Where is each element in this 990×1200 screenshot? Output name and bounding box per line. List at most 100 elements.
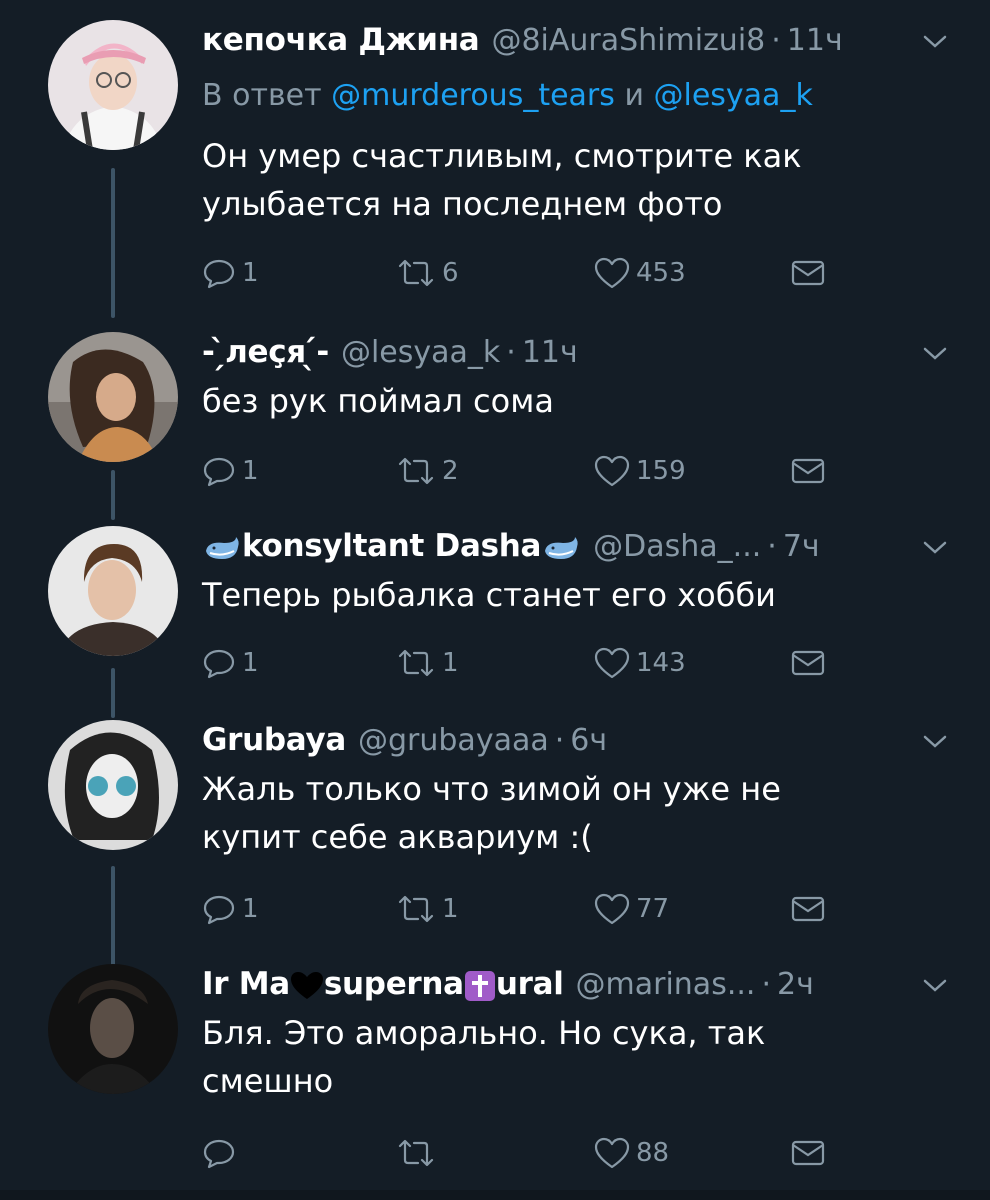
tweet-text: Бля. Это аморально. Но сука, так смешно bbox=[202, 1014, 766, 1100]
reply-icon bbox=[203, 1139, 235, 1169]
retweet-icon bbox=[398, 457, 434, 485]
chevron-down-icon[interactable] bbox=[920, 26, 950, 56]
retweet-icon bbox=[398, 649, 434, 677]
user-handle[interactable]: @marinas... bbox=[576, 967, 756, 1002]
reply-icon bbox=[203, 259, 235, 289]
timestamp[interactable]: 11ч bbox=[787, 23, 843, 58]
reply-button[interactable]: 1 bbox=[202, 256, 259, 290]
reply-button[interactable] bbox=[202, 1136, 236, 1170]
reply-count: 1 bbox=[242, 894, 259, 924]
reply-and: и bbox=[624, 78, 644, 113]
separator-dot: · bbox=[761, 966, 771, 1002]
reply-context: В ответ @murderous_tears и @lesyaa_k bbox=[202, 78, 813, 113]
like-button[interactable]: 159 bbox=[594, 454, 686, 488]
avatar[interactable] bbox=[48, 720, 178, 850]
retweet-button[interactable]: 2 bbox=[396, 454, 459, 488]
user-handle[interactable]: @8iAuraShimizui8 bbox=[491, 23, 765, 58]
retweet-count: 6 bbox=[442, 258, 459, 288]
retweet-icon bbox=[398, 895, 434, 923]
reply-count: 1 bbox=[242, 456, 259, 486]
retweet-button[interactable]: 6 bbox=[396, 256, 459, 290]
whale-emoji-icon bbox=[206, 536, 239, 559]
tweet[interactable]: Ir Ma superna ural @marinas... · 2ч Бля. Э… bbox=[0, 964, 990, 1184]
like-icon bbox=[594, 893, 630, 925]
like-count: 159 bbox=[636, 456, 686, 486]
dm-button[interactable] bbox=[790, 256, 826, 290]
avatar[interactable] bbox=[48, 20, 178, 150]
user-handle[interactable]: @lesyaa_k bbox=[341, 335, 500, 370]
display-name[interactable]: Grubaya bbox=[202, 722, 346, 758]
like-button[interactable]: 143 bbox=[594, 646, 686, 680]
timestamp[interactable]: 11ч bbox=[522, 335, 578, 370]
retweet-button[interactable] bbox=[396, 1136, 436, 1170]
reply-icon bbox=[203, 895, 235, 925]
separator-dot: · bbox=[554, 722, 565, 758]
like-button[interactable]: 77 bbox=[594, 892, 669, 926]
user-handle[interactable]: @Dasha_... bbox=[593, 529, 761, 564]
tweet[interactable]: кепочка Джина @8iAuraShimizui8 · 11ч В о… bbox=[0, 20, 990, 320]
chevron-down-icon[interactable] bbox=[920, 970, 950, 1000]
mention-link[interactable]: @lesyaa_k bbox=[654, 78, 813, 113]
like-button[interactable]: 453 bbox=[594, 256, 686, 290]
tweet-text: Жаль только что зимой он уже не купит се… bbox=[202, 770, 781, 856]
dm-icon bbox=[791, 896, 825, 922]
bottom-divider bbox=[0, 1190, 990, 1200]
display-name-text: ural bbox=[495, 966, 564, 1002]
display-name-text: superna bbox=[323, 966, 464, 1002]
reply-button[interactable]: 1 bbox=[202, 892, 259, 926]
chevron-down-icon[interactable] bbox=[920, 532, 950, 562]
retweet-count: 1 bbox=[442, 648, 459, 678]
like-icon bbox=[594, 1137, 630, 1169]
reply-icon bbox=[203, 649, 235, 679]
tweet-text: без рук поймал сома bbox=[202, 382, 554, 420]
mention-link[interactable]: @murderous_tears bbox=[331, 78, 615, 113]
name-decoration: ̖́- bbox=[305, 334, 329, 370]
chevron-down-icon[interactable] bbox=[920, 726, 950, 756]
separator-dot: · bbox=[767, 528, 777, 564]
name-decoration: - ̗̀ bbox=[202, 334, 226, 370]
avatar[interactable] bbox=[48, 332, 178, 462]
tweet-actions: 88 bbox=[202, 1136, 842, 1176]
like-icon bbox=[594, 647, 630, 679]
avatar[interactable] bbox=[48, 526, 178, 656]
display-name[interactable]: - ̗̀леçя ̖́- bbox=[202, 334, 329, 370]
tweet-text: Теперь рыбалка станет его хобби bbox=[202, 576, 776, 614]
dm-button[interactable] bbox=[790, 1136, 826, 1170]
tweet[interactable]: Grubaya @grubayaaa · 6ч Жаль только что … bbox=[0, 720, 990, 950]
reply-prefix: В ответ bbox=[202, 78, 322, 113]
timestamp[interactable]: 6ч bbox=[570, 723, 607, 758]
user-handle[interactable]: @grubayaaa bbox=[358, 723, 549, 758]
tweet-actions: 1 2 159 bbox=[202, 454, 842, 494]
tweet-actions: 1 1 143 bbox=[202, 646, 842, 686]
dm-icon bbox=[791, 1140, 825, 1166]
dm-icon bbox=[791, 458, 825, 484]
dm-icon bbox=[791, 650, 825, 676]
retweet-count: 2 bbox=[442, 456, 459, 486]
separator-dot: · bbox=[506, 334, 516, 370]
timestamp[interactable]: 7ч bbox=[783, 529, 820, 564]
dm-icon bbox=[791, 260, 825, 286]
avatar[interactable] bbox=[48, 964, 178, 1094]
retweet-button[interactable]: 1 bbox=[396, 646, 459, 680]
display-name-text: konsyltant Dasha bbox=[242, 528, 542, 564]
tweet-text: Он умер счастливым, смотрите как улыбает… bbox=[202, 137, 802, 223]
timestamp[interactable]: 2ч bbox=[777, 967, 814, 1002]
reply-button[interactable]: 1 bbox=[202, 646, 259, 680]
like-count: 143 bbox=[636, 648, 686, 678]
chevron-down-icon[interactable] bbox=[920, 338, 950, 368]
dm-button[interactable] bbox=[790, 646, 826, 680]
display-name[interactable]: Ir Ma superna ural bbox=[202, 966, 564, 1002]
display-name-text: Ir Ma bbox=[202, 966, 290, 1002]
reply-button[interactable]: 1 bbox=[202, 454, 259, 488]
tweet[interactable]: - ̗̀леçя ̖́- @lesyaa_k · 11ч без рук пой… bbox=[0, 332, 990, 512]
dm-button[interactable] bbox=[790, 892, 826, 926]
tweet[interactable]: konsyltant Dasha @Dasha_... · 7ч Теперь … bbox=[0, 526, 990, 706]
display-name[interactable]: konsyltant Dasha bbox=[202, 528, 581, 564]
retweet-icon bbox=[398, 1139, 434, 1167]
display-name[interactable]: кепочка Джина bbox=[202, 22, 480, 58]
like-icon bbox=[594, 257, 630, 289]
dm-button[interactable] bbox=[790, 454, 826, 488]
tweet-actions: 1 1 77 bbox=[202, 892, 842, 932]
like-button[interactable]: 88 bbox=[594, 1136, 669, 1170]
retweet-button[interactable]: 1 bbox=[396, 892, 459, 926]
